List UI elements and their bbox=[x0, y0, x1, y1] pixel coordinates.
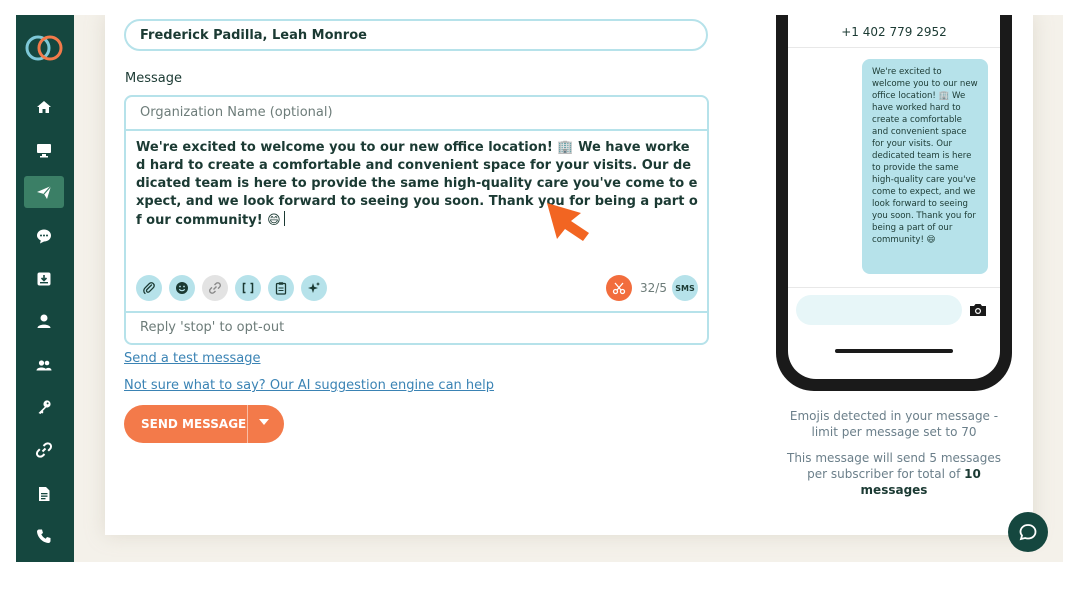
preview-phone-number: +1 402 779 2952 bbox=[841, 25, 947, 39]
sidebar-item-home[interactable] bbox=[24, 91, 64, 123]
users-icon bbox=[36, 360, 52, 371]
phone-screen: +1 402 779 2952 We're excited to welcome… bbox=[788, 15, 1000, 379]
message-count-note: This message will send 5 messages per su… bbox=[776, 450, 1012, 498]
preview-input bbox=[796, 295, 962, 325]
text-caret bbox=[283, 211, 285, 226]
app-frame: Frederick Padilla, Leah Monroe Message O… bbox=[16, 15, 1063, 562]
scissors-icon bbox=[612, 282, 626, 295]
send-test-link[interactable]: Send a test message bbox=[124, 351, 261, 366]
sidebar-item-conversations[interactable] bbox=[24, 220, 64, 252]
monitor-icon bbox=[37, 144, 51, 158]
logo-icon bbox=[25, 35, 63, 61]
clipboard-icon bbox=[275, 282, 287, 295]
message-composer: Organization Name (optional) We're excit… bbox=[124, 95, 709, 345]
support-chat-button[interactable] bbox=[1008, 512, 1048, 552]
preview-divider bbox=[788, 287, 1000, 288]
preview-divider bbox=[788, 47, 1000, 48]
attach-button[interactable] bbox=[136, 275, 162, 301]
organization-name-input[interactable]: Organization Name (optional) bbox=[126, 97, 707, 131]
message-text: We're excited to welcome you to our new … bbox=[136, 140, 698, 228]
inbox-download-icon bbox=[37, 272, 51, 286]
emoji-limit-note: Emojis detected in your message - limit … bbox=[789, 409, 999, 439]
home-indicator bbox=[835, 349, 953, 353]
sms-badge: SMS bbox=[672, 275, 698, 301]
sparkle-icon bbox=[308, 282, 320, 293]
chat-icon bbox=[37, 229, 51, 244]
preview-message-bubble: We're excited to welcome you to our new … bbox=[862, 59, 988, 274]
sidebar-item-inbox[interactable] bbox=[24, 263, 64, 295]
recipients-field[interactable]: Frederick Padilla, Leah Monroe bbox=[124, 19, 708, 51]
sidebar-item-send[interactable] bbox=[24, 176, 64, 208]
phone-preview: +1 402 779 2952 We're excited to welcome… bbox=[776, 15, 1012, 391]
ai-suggest-button[interactable] bbox=[301, 275, 327, 301]
insert-link-button[interactable] bbox=[202, 275, 228, 301]
home-icon bbox=[37, 101, 51, 113]
template-button[interactable] bbox=[268, 275, 294, 301]
message-textarea[interactable]: We're excited to welcome you to our new … bbox=[136, 139, 698, 230]
chevron-down-icon[interactable] bbox=[259, 419, 269, 425]
compose-card: Frederick Padilla, Leah Monroe Message O… bbox=[105, 15, 1033, 535]
pointer-arrow-icon bbox=[547, 203, 589, 241]
shorten-button[interactable] bbox=[606, 275, 632, 301]
message-label: Message bbox=[125, 71, 182, 86]
link-icon bbox=[35, 442, 53, 458]
ai-suggestion-link[interactable]: Not sure what to say? Our AI suggestion … bbox=[124, 378, 494, 393]
sidebar-item-dashboard[interactable] bbox=[24, 134, 64, 166]
sidebar bbox=[16, 15, 74, 562]
emoji-button[interactable] bbox=[169, 275, 195, 301]
send-message-label: SEND MESSAGE bbox=[141, 417, 247, 431]
sidebar-item-groups[interactable] bbox=[24, 349, 64, 381]
phone-icon bbox=[37, 529, 51, 543]
brackets-icon bbox=[242, 282, 254, 294]
sidebar-item-documents[interactable] bbox=[24, 478, 64, 510]
send-button-divider bbox=[247, 405, 248, 443]
segment-counter: 32/5 bbox=[640, 281, 667, 295]
sidebar-item-keywords[interactable] bbox=[24, 391, 64, 423]
key-icon bbox=[38, 400, 51, 414]
merge-field-button[interactable] bbox=[235, 275, 261, 301]
sidebar-item-contacts[interactable] bbox=[24, 305, 64, 337]
user-icon bbox=[37, 314, 51, 328]
paperclip-icon bbox=[143, 282, 155, 295]
document-icon bbox=[39, 487, 50, 501]
send-icon bbox=[37, 185, 52, 199]
smiley-icon bbox=[176, 282, 188, 294]
chat-bubble-icon bbox=[1019, 524, 1037, 541]
send-message-button[interactable]: SEND MESSAGE bbox=[124, 405, 284, 443]
link-icon bbox=[209, 282, 221, 294]
camera-icon bbox=[970, 304, 986, 316]
sidebar-item-links[interactable] bbox=[24, 434, 64, 466]
sidebar-item-calls[interactable] bbox=[24, 520, 64, 552]
optout-field[interactable]: Reply 'stop' to opt-out bbox=[126, 311, 707, 345]
